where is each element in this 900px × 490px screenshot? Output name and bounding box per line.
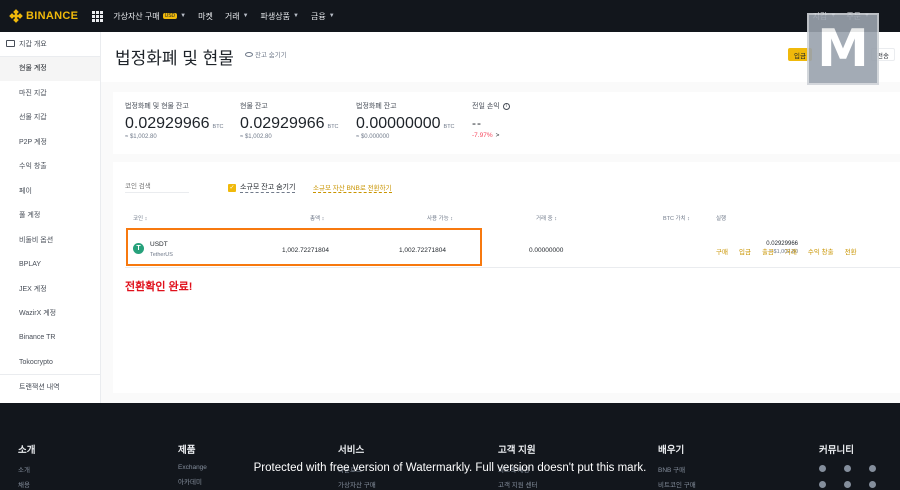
footer-link[interactable]: 비트코인 구매 [658, 479, 696, 489]
spot-balance: 현물 잔고 0.02929966 BTC ≈ $1,002.80 [240, 103, 339, 140]
sidebar-item-history[interactable]: 트랜잭션 내역 [0, 375, 100, 400]
sidebar-item-earn[interactable]: 수익 창출 [0, 155, 100, 180]
social-links-row2 [819, 481, 894, 488]
page-header: 법정화폐 및 현물 잔고 숨기기 입금 전송 [101, 32, 900, 82]
col-btc-value[interactable]: BTC 가치 ↕ [663, 214, 690, 222]
sidebar-item-wazirx[interactable]: WazirX 계정 [0, 302, 100, 327]
sidebar-item-futures[interactable]: 선물 지갑 [0, 106, 100, 131]
nav-derivatives[interactable]: 파생상품 ▼ [261, 11, 299, 22]
nav-badge: USD [162, 13, 178, 19]
sidebar-item-tokocrypto[interactable]: Tokocrypto [0, 351, 100, 375]
sidebar-item-pool[interactable]: 풀 계정 [0, 204, 100, 229]
nav-finance[interactable]: 금융 ▼ [311, 11, 335, 22]
hide-small-balances-checkbox[interactable]: ✓ 소규모 잔고 숨기기 [228, 182, 296, 193]
deposit-link[interactable]: 입금 [739, 246, 751, 256]
trade-link[interactable]: 거래 [785, 246, 797, 256]
main-nav: 가상자산 구매 USD ▼ 마켓 거래 ▼ 파생상품 ▼ 금융 ▼ [113, 11, 346, 22]
total-balance: 법정화폐 및 현물 잔고 0.02929966 BTC ≈ $1,002.80 [125, 103, 224, 140]
earn-link[interactable]: 수익 창출 [808, 246, 834, 256]
annotation-text: 전환확인 완료! [125, 281, 193, 293]
sidebar-item-binance-tr[interactable]: Binance TR [0, 326, 100, 351]
watermark-logo: M [807, 13, 879, 85]
fiat-balance: 법정화폐 잔고 0.00000000 BTC ≈ $0.000000 [356, 103, 455, 140]
withdraw-link[interactable]: 출금 [762, 246, 774, 256]
col-available[interactable]: 사용 가능 ↕ [427, 214, 453, 222]
watermark-text: Protected with free version of Watermark… [253, 462, 647, 474]
col-action: 실행 [716, 216, 727, 222]
convert-to-bnb-link[interactable]: 소규모 자산 BNB로 전환하기 [313, 182, 392, 193]
footer: 소개 소개 채용 제품 Exchange 아카데미 서비스 다운로드 가상자산 … [0, 403, 900, 490]
binance-logo[interactable]: BINANCE [9, 9, 79, 23]
coin-search-input[interactable] [125, 180, 189, 193]
wallet-sidebar: 지갑 개요 현물 계정 마진 지갑 선물 지갑 P2P 계정 수익 창출 페이 … [0, 32, 101, 403]
table-header: 코인 ↕ 총액 ↕ 사용 가능 ↕ 거래 중 ↕ BTC 가치 ↕ 실행 [125, 214, 900, 226]
chevron-down-icon: ▼ [180, 13, 187, 19]
sidebar-item-options[interactable]: 비둘비 옵션 [0, 228, 100, 253]
asset-table-card: ✓소규모 잔고 숨기기 소규모 자산 BNB로 전환하기 코인 ↕ 총액 ↕ 사… [113, 162, 900, 393]
chevron-down-icon: ▼ [242, 13, 249, 19]
footer-link[interactable]: 가상자산 구매 [338, 479, 376, 489]
youtube-icon[interactable] [869, 481, 876, 488]
apps-grid-icon[interactable] [92, 10, 104, 22]
nav-trade[interactable]: 거래 ▼ [225, 11, 249, 22]
wallet-icon [6, 40, 15, 48]
highlight-box [126, 228, 482, 266]
footer-link[interactable]: 고객 지원 센터 [498, 479, 538, 489]
checkmark-icon: ✓ [228, 183, 236, 192]
instagram-icon[interactable] [844, 481, 851, 488]
col-total[interactable]: 총액 ↕ [310, 214, 324, 222]
balance-summary: 법정화폐 및 현물 잔고 0.02929966 BTC ≈ $1,002.80 현… [113, 92, 900, 154]
sidebar-item-pay[interactable]: 페이 [0, 179, 100, 204]
sidebar-item-spot[interactable]: 현물 계정 [0, 56, 100, 81]
nav-buy-crypto[interactable]: 가상자산 구매 USD ▼ [113, 11, 186, 22]
footer-link[interactable]: 아카데미 [178, 476, 207, 486]
binance-logo-icon [9, 9, 23, 23]
sidebar-item-bplay[interactable]: BPLAY [0, 253, 100, 278]
coin-in-order: 0.00000000 [529, 247, 564, 254]
sidebar-item-margin[interactable]: 마진 지갑 [0, 81, 100, 106]
sidebar-item-jex[interactable]: JEX 계정 [0, 277, 100, 302]
row-actions: 구매 입금 출금 거래 수익 창출 전환 [716, 246, 868, 256]
info-icon[interactable]: i [502, 102, 510, 110]
chevron-right-icon[interactable]: > [496, 132, 500, 139]
sidebar-item-p2p[interactable]: P2P 계정 [0, 130, 100, 155]
brand-name: BINANCE [26, 10, 79, 22]
sidebar-item-overview[interactable]: 지갑 개요 [0, 32, 100, 57]
chevron-down-icon: ▼ [293, 13, 299, 19]
main-content: 법정화폐 및 현물 잔고 숨기기 입금 전송 법정화폐 및 현물 잔고 0.02… [101, 32, 900, 403]
col-in-order[interactable]: 거래 중 ↕ [536, 214, 557, 222]
nav-markets[interactable]: 마켓 [198, 11, 213, 22]
chevron-down-icon: ▼ [328, 13, 335, 19]
buy-link[interactable]: 구매 [716, 246, 728, 256]
top-navbar: BINANCE 가상자산 구매USD▼ 마켓 거래▼ 파생상품▼ 금융▼ 지갑▼… [0, 0, 900, 32]
page-title: 법정화폐 및 현물 [115, 49, 234, 68]
footer-link[interactable]: 채용 [18, 479, 35, 489]
daily-pnl: 전일 손익 i -- -7.97% > [472, 101, 510, 139]
reddit-icon[interactable] [819, 481, 826, 488]
hide-balance-toggle[interactable]: 잔고 숨기기 [245, 49, 287, 59]
convert-link[interactable]: 전환 [845, 246, 857, 256]
eye-icon [245, 51, 253, 57]
col-coin[interactable]: 코인 ↕ [133, 214, 147, 222]
